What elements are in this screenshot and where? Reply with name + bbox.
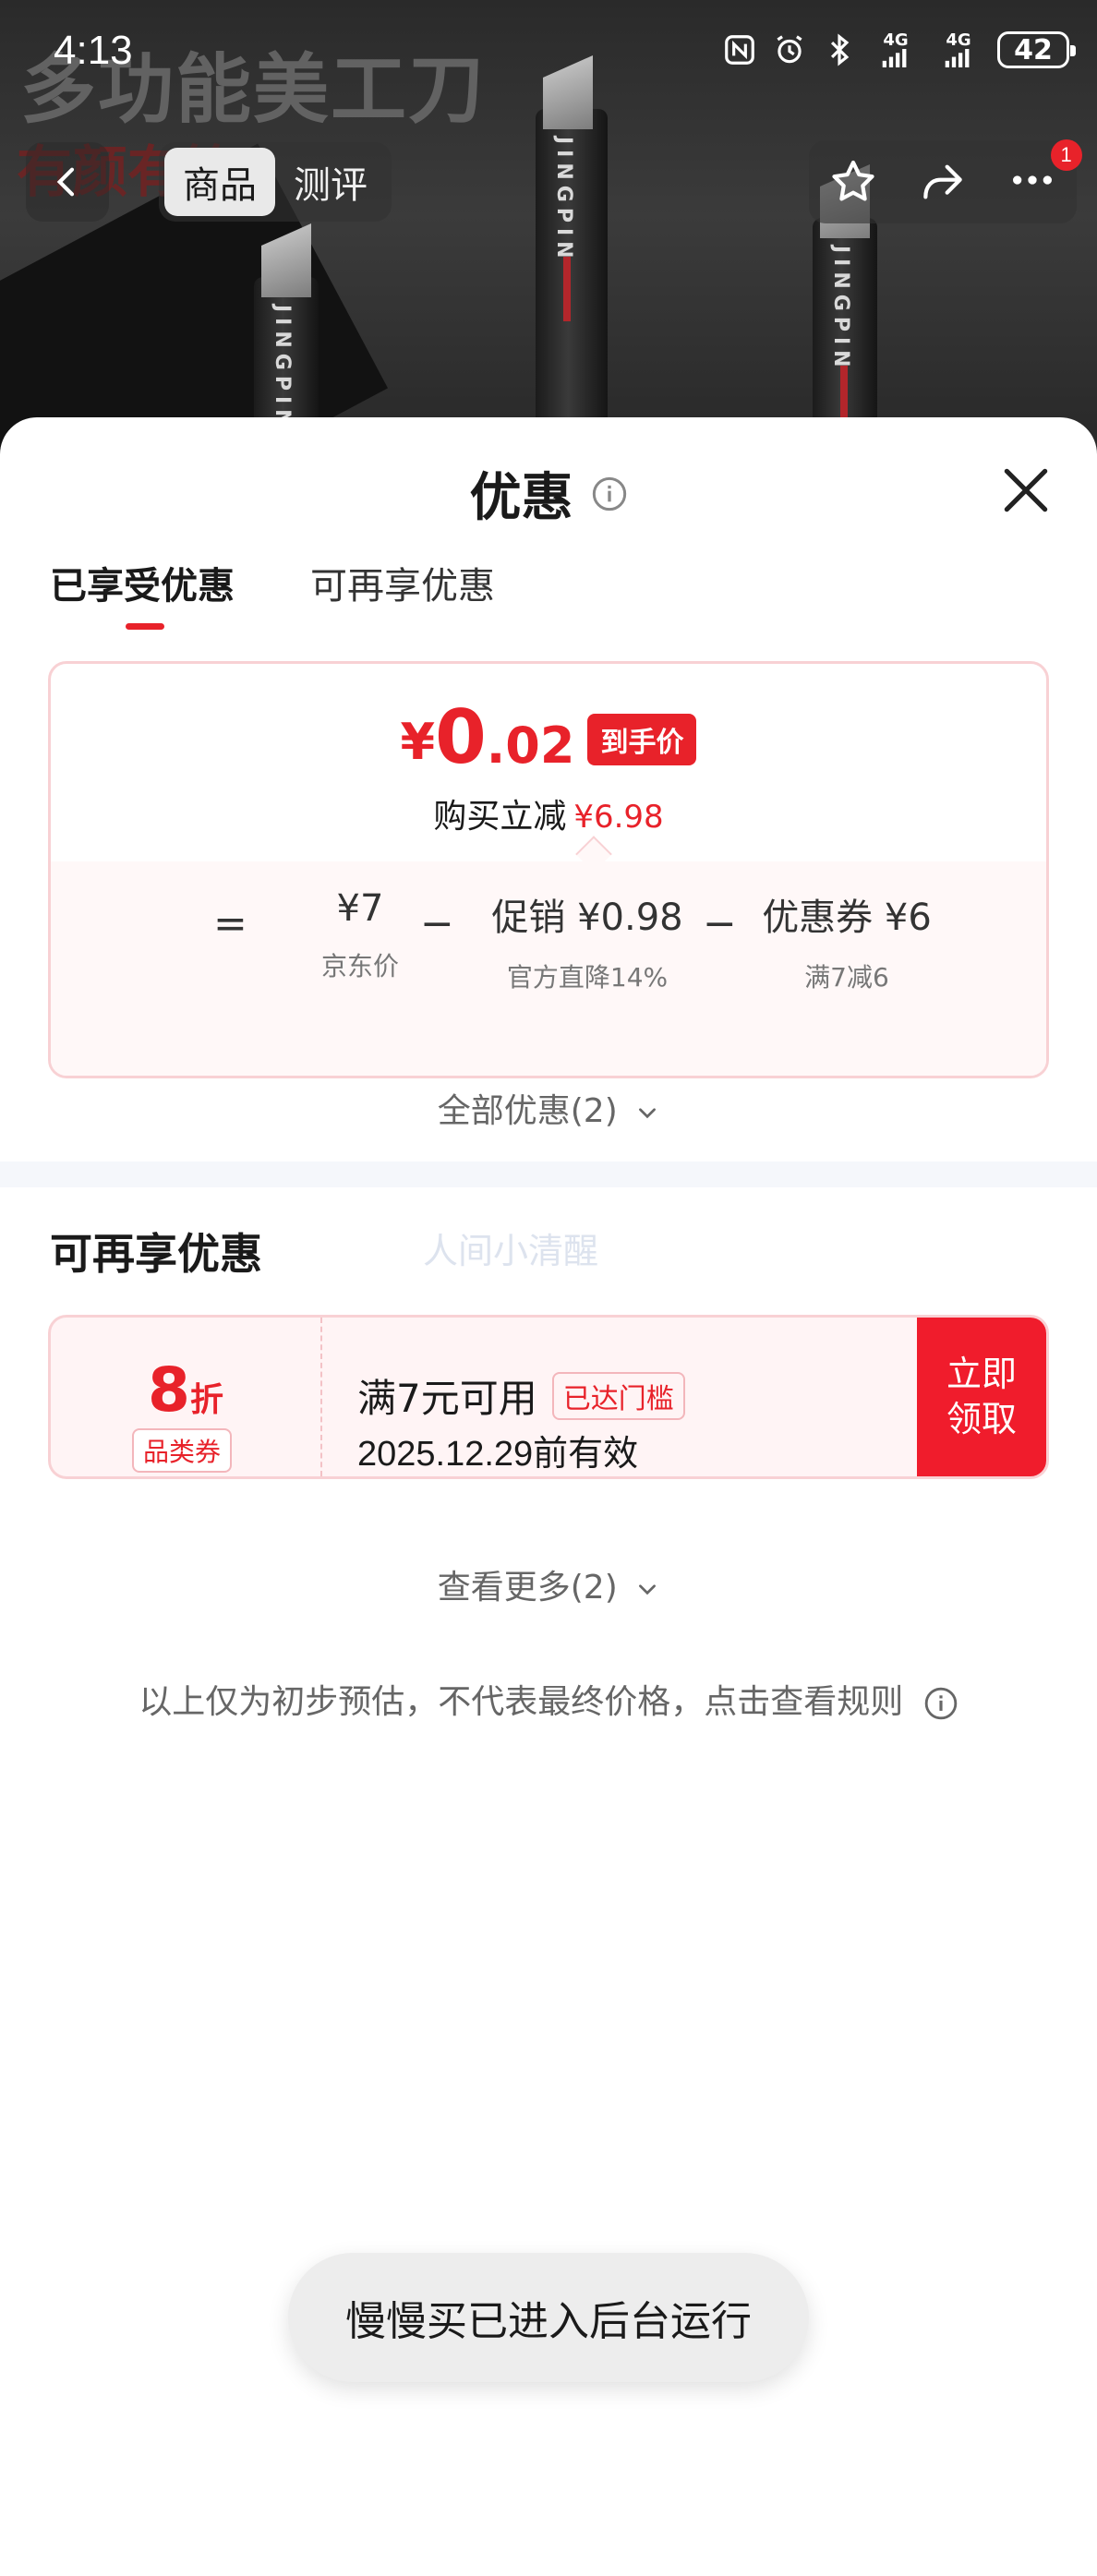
see-more-label: 查看更多(2) bbox=[437, 1569, 618, 1607]
nav-actions: 1 bbox=[809, 139, 1082, 223]
tab-product[interactable]: 商品 bbox=[164, 148, 275, 216]
final-price-decimal: .02 bbox=[486, 716, 575, 775]
network-type-1: 4G bbox=[883, 30, 909, 50]
all-offers-link[interactable]: 全部优惠(2) bbox=[0, 1084, 1097, 1132]
battery-indicator: 42 bbox=[997, 31, 1076, 68]
signal-icon-2: 4G bbox=[934, 32, 982, 67]
network-type-2: 4G bbox=[946, 30, 971, 50]
currency-symbol: ¥ bbox=[400, 713, 436, 771]
minus-sign: − bbox=[420, 900, 454, 947]
promo-discount-label: 官方直降14% bbox=[506, 962, 669, 993]
coupon-category-tag: 品类券 bbox=[132, 1428, 233, 1473]
threshold-reached-badge: 已达门槛 bbox=[551, 1371, 685, 1420]
equals-sign: = bbox=[213, 900, 247, 947]
alarm-icon bbox=[772, 32, 807, 67]
status-time: 4:13 bbox=[54, 28, 133, 73]
section-divider bbox=[0, 1162, 1097, 1187]
price-breakdown: = ¥7 京东价 − 促销 ¥0.98 官方直降14% − 优惠券 ¥6 满7减… bbox=[51, 861, 1046, 1076]
tab-more-discounts[interactable]: 可再享优惠 bbox=[310, 556, 495, 630]
all-offers-label: 全部优惠(2) bbox=[437, 1092, 618, 1130]
knife-brand-text: JINGPIN bbox=[552, 137, 575, 264]
status-bar: 4:13 4G 4G 42 bbox=[0, 0, 1097, 109]
back-arrow-icon bbox=[56, 167, 75, 197]
more-dots-icon bbox=[1012, 175, 1052, 185]
instant-cut: 购买立减 ¥6.98 bbox=[51, 789, 1046, 837]
final-price-integer: 0 bbox=[435, 694, 487, 780]
chevron-down-icon bbox=[639, 1584, 657, 1595]
instant-cut-amount: ¥6.98 bbox=[573, 799, 664, 836]
breakdown-coupon: 优惠券 ¥6 满7减6 bbox=[745, 887, 948, 994]
coupon-discount-area: 8折 品类券 bbox=[51, 1318, 322, 1476]
disclaimer-text: 以上仅为初步预估，不代表最终价格，点击查看规则 bbox=[139, 1683, 904, 1721]
bluetooth-icon bbox=[822, 32, 857, 67]
info-icon[interactable] bbox=[591, 475, 628, 512]
coupon-condition: 满7元可用 已达门槛 bbox=[357, 1367, 685, 1424]
coupon-condition-text: 满7元可用 bbox=[357, 1376, 537, 1421]
chevron-down-icon bbox=[639, 1108, 657, 1119]
base-price-label: 京东价 bbox=[320, 951, 399, 981]
back-button[interactable] bbox=[26, 142, 109, 222]
coupon-details: 满7元可用 已达门槛 2025.12.29前有效 bbox=[322, 1318, 917, 1476]
coupon-discount-value: 8折 bbox=[51, 1354, 320, 1426]
coupon-card: 8折 品类券 满7元可用 已达门槛 2025.12.29前有效 立即领取 bbox=[48, 1315, 1049, 1479]
watermark-text: 人间小清醒 bbox=[423, 1231, 599, 1271]
discount-tabs: 已享受优惠 可再享优惠 bbox=[50, 556, 495, 630]
notification-badge: 1 bbox=[1050, 139, 1082, 171]
knife-brand-text: JINGPIN bbox=[829, 246, 852, 373]
promo-discount: 促销 ¥0.98 bbox=[491, 897, 683, 939]
info-icon bbox=[924, 1687, 957, 1720]
see-more-link[interactable]: 查看更多(2) bbox=[0, 1560, 1097, 1608]
instant-cut-label: 购买立减 bbox=[433, 798, 567, 836]
close-icon[interactable] bbox=[997, 462, 1055, 519]
knife-brand-text: JINGPIN bbox=[271, 305, 294, 432]
status-icons: 4G 4G 42 bbox=[722, 31, 1076, 68]
final-price-tag: 到手价 bbox=[587, 714, 697, 765]
share-icon[interactable] bbox=[917, 156, 969, 208]
minus-sign: − bbox=[703, 900, 737, 947]
nfc-icon bbox=[722, 32, 757, 67]
final-price-area: ¥ 0 .02 到手价 购买立减 ¥6.98 bbox=[51, 664, 1046, 873]
sheet-title: 优惠 bbox=[469, 468, 573, 528]
claim-coupon-button[interactable]: 立即领取 bbox=[917, 1318, 1046, 1476]
tab-received-discounts[interactable]: 已享受优惠 bbox=[50, 556, 235, 630]
coupon-discount-unit: 折 bbox=[189, 1381, 223, 1419]
more-button[interactable]: 1 bbox=[1007, 139, 1082, 210]
price-disclaimer[interactable]: 以上仅为初步预估，不代表最终价格，点击查看规则 bbox=[0, 1675, 1097, 1723]
signal-icon-1: 4G bbox=[872, 32, 920, 67]
favorite-star-icon[interactable] bbox=[827, 156, 879, 208]
price-summary-card: ¥ 0 .02 到手价 购买立减 ¥6.98 = ¥7 京东价 − 促销 ¥0.9… bbox=[48, 661, 1049, 1078]
coupon-expiry: 2025.12.29前有效 bbox=[357, 1435, 639, 1474]
coupon-discount-number: 8 bbox=[148, 1354, 190, 1426]
final-price: ¥ 0 .02 到手价 bbox=[51, 701, 1046, 775]
tab-review[interactable]: 测评 bbox=[275, 148, 386, 216]
coupon-discount-label: 满7减6 bbox=[804, 962, 889, 993]
coupon-discount: 优惠券 ¥6 bbox=[762, 897, 932, 939]
breakdown-promo: 促销 ¥0.98 官方直降14% bbox=[463, 887, 712, 994]
background-running-toast: 慢慢买已进入后台运行 bbox=[288, 2253, 809, 2382]
sheet-header: 优惠 bbox=[0, 456, 1097, 530]
product-tabs: 商品 测评 bbox=[159, 142, 392, 222]
more-discounts-title: 可再享优惠 bbox=[50, 1229, 262, 1279]
